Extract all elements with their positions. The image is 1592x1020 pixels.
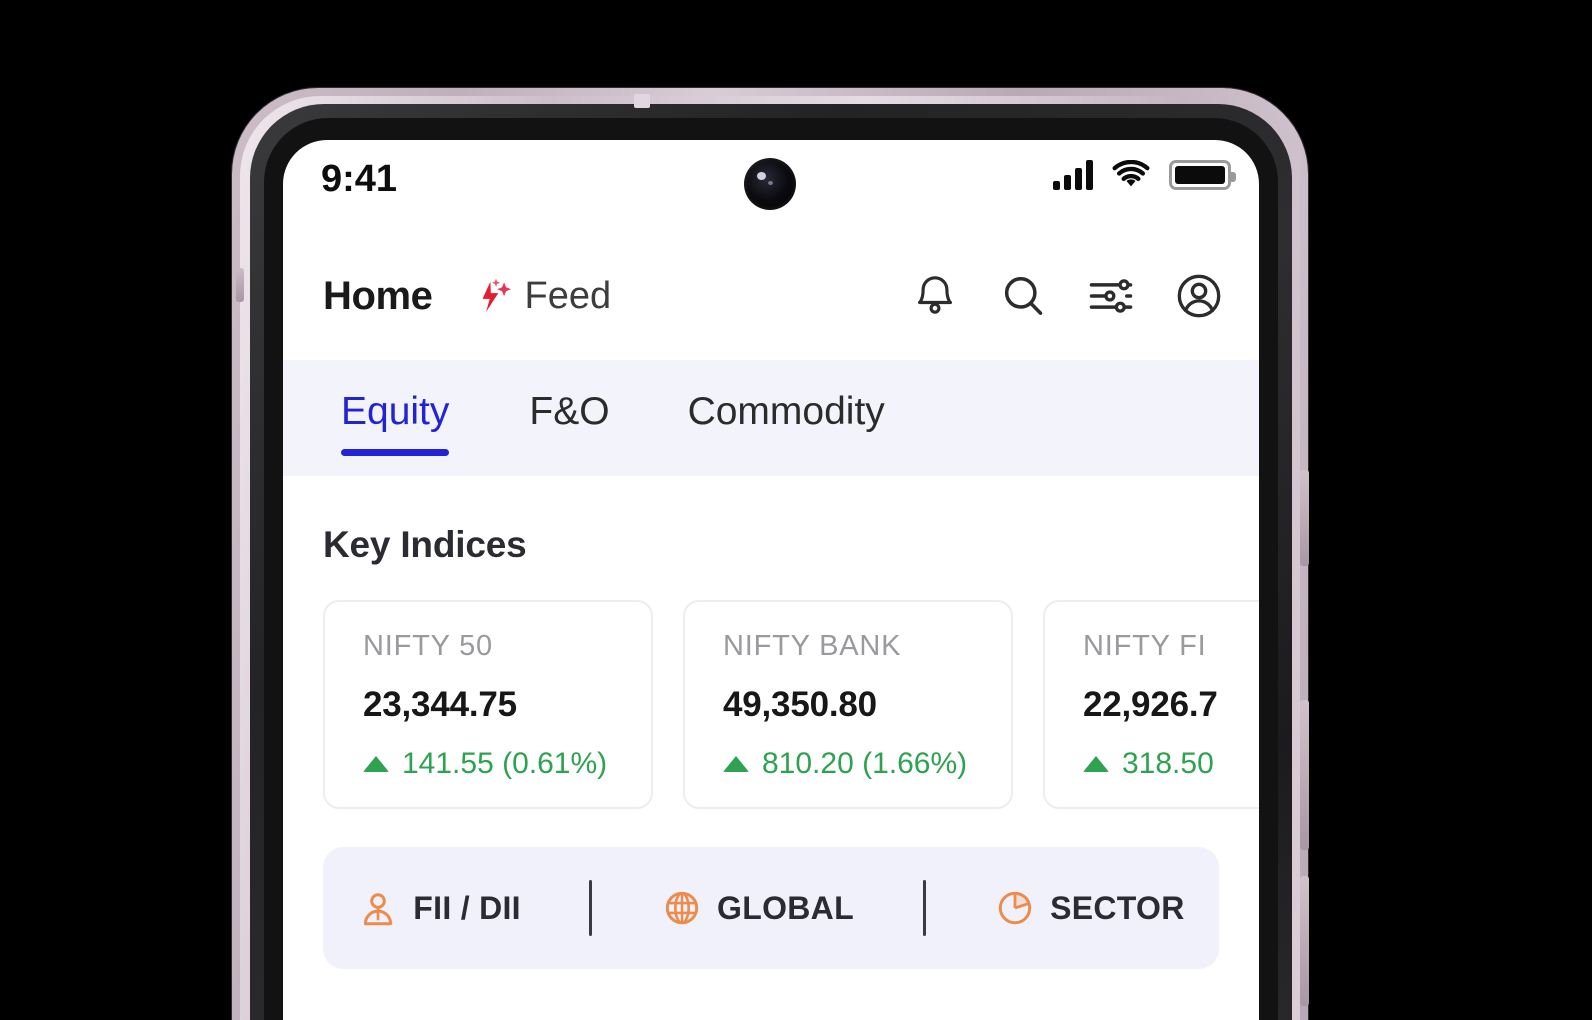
- volume-up-button[interactable]: [1300, 700, 1309, 850]
- quick-actions-bar: FII / DII GLOBAL SECTOR: [323, 847, 1219, 969]
- key-indices-carousel[interactable]: NIFTY 50 23,344.75 141.55 (0.61%) NIFTY …: [283, 600, 1259, 809]
- index-name: NIFTY FI: [1083, 630, 1207, 662]
- divider: [589, 880, 593, 936]
- status-time: 9:41: [321, 158, 398, 200]
- divider: [922, 880, 926, 936]
- quick-action-global-label: GLOBAL: [717, 889, 854, 926]
- header-nav: Home Feed: [323, 273, 611, 319]
- antenna-band: [634, 94, 650, 108]
- index-value: 49,350.80: [723, 685, 877, 724]
- header-actions: [909, 270, 1225, 322]
- index-change-label: 810.20 (1.66%): [762, 747, 968, 780]
- app-header: Home Feed: [283, 232, 1259, 360]
- mute-switch-button[interactable]: [236, 268, 244, 302]
- screenshot-stage: 9:41 Home Feed Equity F&O Commodity Key …: [0, 0, 1592, 1020]
- tab-equity-label: Equity: [341, 390, 450, 433]
- pie-chart-icon: [998, 891, 1032, 925]
- volume-down-button[interactable]: [1300, 876, 1309, 1006]
- quick-action-fii-dii[interactable]: FII / DII: [357, 887, 521, 929]
- index-card[interactable]: NIFTY FI 22,926.7 318.50: [1043, 600, 1259, 809]
- search-icon[interactable]: [997, 270, 1049, 322]
- quick-action-sector-label: SECTOR: [1050, 889, 1185, 926]
- person-icon: [364, 893, 393, 926]
- phone-screen: 9:41 Home Feed Equity F&O Commodity Key …: [283, 140, 1259, 1020]
- arrow-up-icon: [363, 756, 389, 772]
- account-avatar-icon[interactable]: [1173, 270, 1225, 322]
- index-name: NIFTY 50: [363, 630, 493, 662]
- tab-equity[interactable]: Equity: [341, 360, 450, 456]
- index-change: 810.20 (1.66%): [723, 747, 1011, 781]
- nav-item-feed-label: Feed: [524, 274, 612, 317]
- status-bar: 9:41: [283, 140, 1259, 232]
- index-change: 141.55 (0.61%): [363, 747, 651, 781]
- globe-icon: [665, 891, 699, 925]
- index-change-label: 141.55 (0.61%): [402, 747, 608, 780]
- quick-action-sector[interactable]: SECTOR: [994, 887, 1185, 929]
- nav-item-feed[interactable]: Feed: [471, 273, 612, 319]
- arrow-up-icon: [1083, 756, 1109, 772]
- quick-action-fii-dii-label: FII / DII: [413, 889, 521, 926]
- filter-sliders-icon[interactable]: [1085, 270, 1137, 322]
- market-segment-tabs: Equity F&O Commodity: [283, 360, 1259, 476]
- notifications-icon[interactable]: [909, 270, 961, 322]
- power-button[interactable]: [1300, 470, 1309, 566]
- status-indicators: [1053, 160, 1236, 190]
- tab-commodity[interactable]: Commodity: [688, 360, 885, 434]
- nav-item-home[interactable]: Home: [323, 274, 433, 319]
- front-camera-punch-hole: [744, 158, 796, 210]
- index-card[interactable]: NIFTY BANK 49,350.80 810.20 (1.66%): [683, 600, 1013, 809]
- tab-active-underline: [341, 449, 450, 456]
- index-value: 23,344.75: [363, 685, 517, 724]
- main-content: Key Indices NIFTY 50 23,344.75 141.55 (0…: [283, 476, 1259, 1020]
- arrow-up-icon: [723, 756, 749, 772]
- battery-full-icon: [1169, 160, 1236, 190]
- index-name: NIFTY BANK: [723, 630, 902, 662]
- index-change: 318.50: [1083, 747, 1259, 781]
- index-value: 22,926.7: [1083, 685, 1218, 724]
- index-card[interactable]: NIFTY 50 23,344.75 141.55 (0.61%): [323, 600, 653, 809]
- page-title: Key Indices: [323, 524, 527, 565]
- wifi-icon: [1112, 160, 1150, 187]
- tab-fo[interactable]: F&O: [529, 360, 609, 434]
- index-change-label: 318.50: [1122, 747, 1214, 780]
- quick-action-global[interactable]: GLOBAL: [661, 887, 854, 929]
- sparkle-bolt-icon: [482, 278, 511, 312]
- cellular-signal-icon: [1053, 160, 1093, 190]
